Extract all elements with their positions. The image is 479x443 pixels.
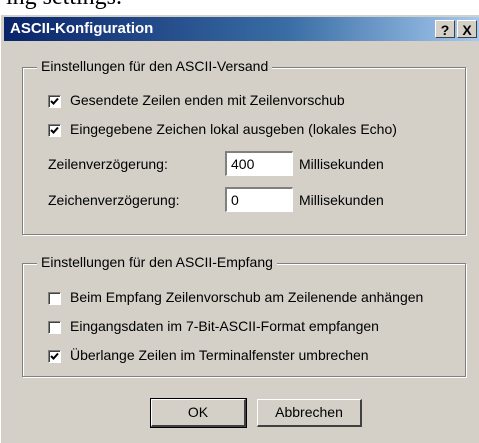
checkmark-icon [50,97,59,105]
option-label: Beim Empfang Zeilenvorschub am Zeilenend… [70,289,424,305]
checkmark-icon [50,126,59,134]
checkbox-line-feed-send[interactable] [48,95,61,108]
close-button[interactable]: X [457,20,477,38]
send-settings-group: Einstellungen für den ASCII-Versand Gese… [22,58,466,235]
receive-settings-group: Einstellungen für den ASCII-Empfang Beim… [22,254,466,377]
option-label: Eingegebene Zeichen lokal ausgeben (loka… [70,121,397,137]
window-title: ASCII-Konfiguration [10,20,154,37]
ascii-config-dialog: ASCII-Konfiguration ? X Einstellungen fü… [0,14,479,443]
send-group-label: Einstellungen für den ASCII-Versand [37,58,273,74]
line-delay-input[interactable] [225,151,293,176]
checkbox-local-echo[interactable] [48,124,61,137]
background-caption: ing settings. [6,0,122,11]
checkbox-7bit-ascii[interactable] [48,321,61,334]
ok-button[interactable]: OK [150,398,247,428]
char-delay-unit: Millisekunden [299,192,384,208]
line-delay-unit: Millisekunden [299,156,384,172]
line-delay-label: Zeilenverzögerung: [48,156,168,172]
option-label: Überlange Zeilen im Terminalfenster umbr… [70,347,369,363]
char-delay-label: Zeichenverzögerung: [48,192,180,208]
help-button[interactable]: ? [435,20,455,38]
checkbox-wrap-lines[interactable] [48,350,61,363]
checkbox-append-line-feed[interactable] [48,292,61,305]
option-label: Eingangsdaten im 7-Bit-ASCII-Format empf… [70,318,379,334]
cancel-button[interactable]: Abbrechen [257,399,362,427]
option-label: Gesendete Zeilen enden mit Zeilenvorschu… [70,92,345,108]
char-delay-input[interactable] [225,187,293,212]
title-bar[interactable]: ASCII-Konfiguration ? X [4,17,479,41]
checkmark-icon [50,352,59,360]
receive-group-label: Einstellungen für den ASCII-Empfang [37,254,277,270]
